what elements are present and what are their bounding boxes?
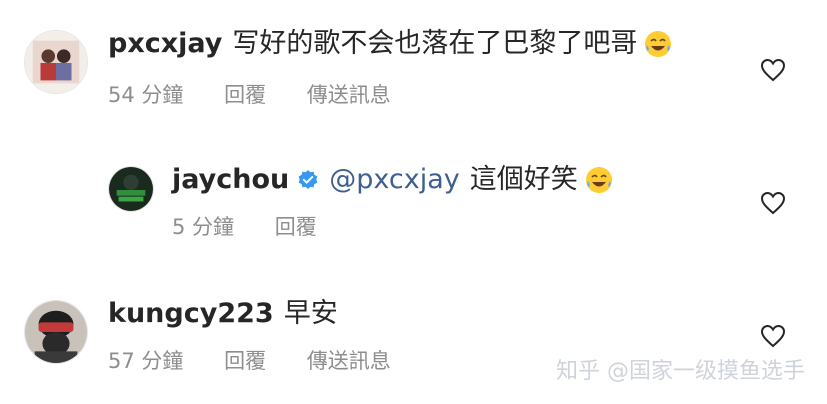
heart-outline-icon[interactable] [760,58,786,82]
comment-time: 54 分鐘 [108,83,184,107]
comment-3-meta: 57 分鐘 回覆 傳送訊息 [108,346,425,376]
comment-text: 写好的歌不会也落在了巴黎了吧哥 [232,28,638,59]
comment-3-line: kungcy223 早安 [108,296,338,332]
avatar-image [109,167,153,211]
reply-button[interactable]: 回覆 [224,349,266,373]
heart-outline-icon[interactable] [760,191,786,215]
avatar-pxcxjay[interactable] [24,30,88,94]
comment-username[interactable]: jaychou [172,162,289,198]
comment-text: 這個好笑 [469,164,578,195]
reply-button[interactable]: 回覆 [224,83,266,107]
comment-username[interactable]: kungcy223 [108,296,274,332]
avatar-image [25,301,87,363]
laughing-tears-emoji-icon [585,167,612,193]
comment-username[interactable]: pxcxjay [108,26,222,62]
avatar-kungcy223[interactable] [24,300,88,364]
send-message-button[interactable]: 傳送訊息 [307,349,391,373]
avatar-jaychou[interactable] [108,166,154,212]
laughing-tears-emoji-icon [645,31,672,57]
verified-badge-icon [298,170,318,189]
send-message-button[interactable]: 傳送訊息 [307,83,391,107]
comment-2-line: jaychou @pxcxjay 這個好笑 [172,162,614,198]
avatar-image [25,31,87,93]
watermark: 知乎 @国家一级摸鱼选手 [556,359,805,384]
comment-1-line: pxcxjay 写好的歌不会也落在了巴黎了吧哥 [108,26,673,62]
comment-1-meta: 54 分鐘 回覆 傳送訊息 [108,80,425,110]
heart-outline-icon[interactable] [760,324,786,348]
comment-mention-link[interactable]: @pxcxjay [329,162,460,198]
comment-time: 5 分鐘 [172,215,235,239]
reply-button[interactable]: 回覆 [275,215,317,239]
comment-text: 早安 [283,298,338,329]
comment-2-meta: 5 分鐘 回覆 [172,212,351,242]
comment-time: 57 分鐘 [108,349,184,373]
